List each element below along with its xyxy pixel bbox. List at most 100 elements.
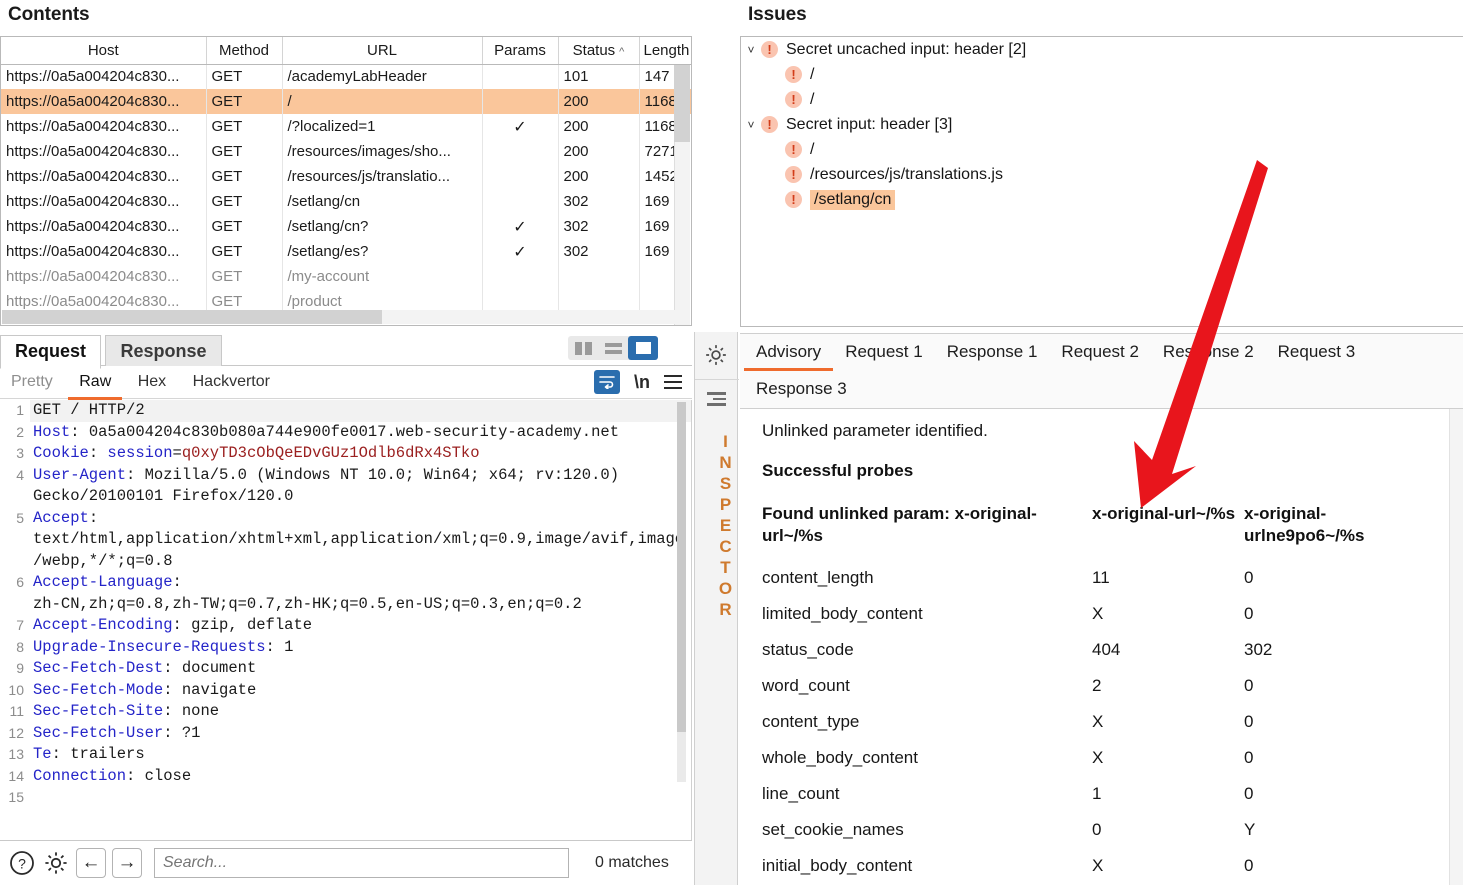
column-header-url[interactable]: URL (282, 37, 483, 65)
probes-header-row: Found unlinked param: x-original-url~/%s… (762, 503, 1432, 562)
issue-severity-icon: ! (785, 91, 802, 108)
line-segment: : 0a5a004204c830b080a744e900fe0017.web-s… (70, 422, 620, 441)
probe-row: line_count 1 0 (762, 778, 1432, 814)
advisory-tab[interactable]: Request 2 (1049, 334, 1151, 371)
table-row[interactable]: https://0a5a004204c830... GET/resources/j… (1, 164, 691, 189)
rows-view-icon[interactable] (598, 336, 628, 360)
request-line: 13 Te: trailers (0, 744, 691, 766)
issue-tree-node[interactable]: ! / (741, 62, 1463, 87)
issue-tree-node[interactable]: ! / (741, 87, 1463, 112)
cell-host: https://0a5a004204c830... (1, 89, 207, 114)
line-number: 4 (16, 466, 24, 483)
line-text: Cookie: session=q0xyTD3cObQeEDvGUz1Odlb6… (30, 443, 691, 465)
table-row[interactable]: https://0a5a004204c830... GET/setlang/cn?… (1, 214, 691, 239)
request-line: 12 Sec-Fetch-User: ?1 (0, 723, 691, 745)
advisory-scrollbar-track[interactable] (1449, 409, 1463, 885)
tab-raw[interactable]: Raw (68, 366, 123, 400)
advisory-tab[interactable]: Response 1 (935, 334, 1050, 371)
line-segment: : gzip, deflate (172, 616, 313, 634)
probe-value-1: X (1092, 711, 1104, 731)
request-line: 4 User-Agent: Mozilla/5.0 (Windows NT 10.… (0, 465, 691, 508)
advisory-tab[interactable]: Advisory (744, 334, 834, 371)
issue-tree-node[interactable]: ! /setlang/cn (741, 187, 1463, 212)
issues-tree-panel[interactable]: ˅! Secret uncached input: header [2]! /! / ˅… (740, 36, 1463, 327)
gear-icon[interactable] (42, 849, 70, 877)
request-raw-content: 1 GET / HTTP/2 2 Host: 0a5a004204c830b080a7… (0, 400, 691, 809)
search-previous-button[interactable]: ← (76, 848, 106, 878)
probe-value-1: 0 (1092, 819, 1102, 839)
menu-icon[interactable] (664, 375, 682, 389)
message-format-tabs: Pretty Raw Hex Hackvertor \n (0, 366, 692, 400)
cell-url: / (282, 89, 483, 114)
tab-hex[interactable]: Hex (127, 366, 177, 400)
probe-value-2: 0 (1244, 567, 1254, 587)
line-segment: = (172, 444, 182, 462)
word-wrap-icon[interactable] (594, 370, 620, 394)
table-row[interactable]: https://0a5a004204c830... GET/?localized=… (1, 114, 691, 139)
line-text: Sec-Fetch-Dest: document (30, 658, 691, 680)
tab-response[interactable]: Response (105, 335, 222, 368)
left-column: Contents Host Method URL Params Status ^ … (0, 0, 692, 885)
table-row[interactable]: https://0a5a004204c830... GET/resources/i… (1, 139, 691, 164)
issue-tree-node[interactable]: ˅! Secret uncached input: header [2] (741, 37, 1463, 62)
cell-method: GET (206, 164, 283, 189)
params-check-icon: ✓ (513, 243, 527, 261)
column-header-status[interactable]: Status ^ (558, 37, 640, 65)
line-number: 12 (8, 724, 24, 741)
split-view-icon[interactable] (568, 336, 598, 360)
gear-icon[interactable] (703, 342, 729, 373)
column-header-params[interactable]: Params (482, 37, 559, 65)
table-row[interactable]: https://0a5a004204c830... GET/my-account (1, 264, 691, 289)
newline-toggle-icon[interactable]: \n (634, 372, 650, 393)
editor-scrollbar-thumb[interactable] (677, 402, 686, 732)
probes-header-col1: x-original-url~/%s (1092, 504, 1236, 523)
chevron-down-icon[interactable]: ˅ (741, 118, 761, 132)
issue-tree-node[interactable]: ˅! Secret input: header [3] (741, 112, 1463, 137)
table-row[interactable]: https://0a5a004204c830... GET/academyLabH… (1, 64, 691, 89)
line-text: Sec-Fetch-Mode: navigate (30, 680, 691, 702)
http-history-table[interactable]: Host Method URL Params Status ^ Length ht… (1, 37, 691, 314)
contents-horizontal-scrollbar-thumb[interactable] (2, 310, 382, 324)
line-text: Sec-Fetch-Site: none (30, 701, 691, 723)
advisory-tab[interactable]: Response 3 (744, 371, 859, 408)
cell-params (482, 264, 559, 289)
search-matches-count: 0 matches (595, 854, 669, 871)
inspector-rail[interactable]: INSPECTOR (694, 332, 739, 885)
table-row[interactable]: https://0a5a004204c830... GET/setlang/es?… (1, 239, 691, 264)
tab-pretty[interactable]: Pretty (0, 366, 64, 400)
cell-host: https://0a5a004204c830... (1, 114, 207, 139)
line-text: User-Agent: Mozilla/5.0 (Windows NT 10.0… (30, 465, 691, 508)
advisory-tab[interactable]: Request 1 (833, 334, 935, 371)
advisory-tab[interactable]: Response 2 (1151, 334, 1266, 371)
probe-value-1: X (1092, 855, 1104, 875)
table-row[interactable]: https://0a5a004204c830... GET/setlang/cn 3… (1, 189, 691, 214)
search-next-button[interactable]: → (112, 848, 142, 878)
probe-key: status_code (762, 639, 854, 659)
cell-params (482, 139, 559, 164)
column-header-host[interactable]: Host (1, 37, 207, 65)
advisory-tab-bar: Advisory Request 1 Response 1 Request 2 Resp… (740, 333, 1463, 409)
tab-request[interactable]: Request (0, 335, 102, 369)
column-header-length[interactable]: Length (639, 37, 691, 65)
issue-tree-node[interactable]: ! / (741, 137, 1463, 162)
table-row[interactable]: https://0a5a004204c830... GET/200 11687 (1, 89, 691, 114)
probe-row: whole_body_content X 0 (762, 742, 1432, 778)
tab-hackvertor[interactable]: Hackvertor (182, 366, 281, 400)
message-editor-tools: \n (594, 370, 682, 394)
collapse-lines-icon[interactable] (707, 392, 726, 406)
contents-vertical-scrollbar-thumb[interactable] (674, 65, 690, 142)
single-view-icon[interactable] (628, 336, 658, 360)
line-segment: : document (163, 659, 257, 677)
line-segment: : navigate (163, 680, 257, 699)
issue-tree-node[interactable]: ! /resources/js/translations.js (741, 162, 1463, 187)
line-text: Accept: text/html,application/xhtml+xml,… (30, 508, 691, 573)
probe-value-1: 404 (1092, 639, 1121, 659)
request-raw-editor[interactable]: 1 GET / HTTP/2 2 Host: 0a5a004204c830b080a7… (0, 400, 692, 850)
help-circle-icon[interactable]: ? (8, 849, 36, 877)
search-input[interactable] (154, 848, 569, 878)
advisory-tab[interactable]: Request 3 (1266, 334, 1368, 371)
column-header-method[interactable]: Method (206, 37, 283, 65)
probe-row: limited_body_content X 0 (762, 598, 1432, 634)
chevron-down-icon[interactable]: ˅ (741, 43, 761, 57)
probe-key: whole_body_content (762, 747, 918, 767)
